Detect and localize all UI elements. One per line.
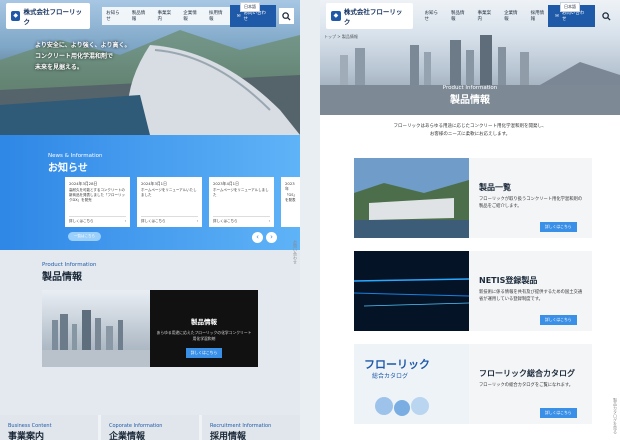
product-list-card[interactable]: 製品一覧 フローリックが取り扱うコンクリート用化学混和剤の製品をご紹介します。 … xyxy=(354,158,592,238)
netis-image xyxy=(354,251,469,331)
logo-mark-icon: ◆ xyxy=(331,11,341,21)
nav-company[interactable]: 企業情報 xyxy=(504,10,522,22)
news-list-button[interactable]: 一覧はこちら xyxy=(68,232,101,241)
news-text: ホームページをリニューアルしました xyxy=(213,188,269,197)
tagline-line: 未来を見据える。 xyxy=(35,64,83,71)
catalog-image: フローリック 総合カタログ xyxy=(354,344,469,424)
tagline-line: より安全に、より強く、より高く。 xyxy=(35,42,131,49)
product-card: 製品情報 あらゆる用途に応えたフローリックの化学コンクリート用化学混和剤 詳しく… xyxy=(150,290,258,367)
arrow-right-icon: › xyxy=(124,219,126,223)
news-more-label: 詳しくはこちら xyxy=(69,219,94,223)
product-list-title: 製品一覧 xyxy=(479,183,511,192)
news-card[interactable]: 2023年 「GS」を発表 xyxy=(281,177,300,227)
news-text: 高耐久を可能とするコンクリートの新商品を発表しました「フローリックDX」を発売 xyxy=(69,188,125,202)
hero-tagline: より安全に、より強く、より高く。 コンクリート用化学混和剤で 未来を見据える。 xyxy=(35,40,130,73)
language-label: 日本語 xyxy=(564,4,576,9)
recruit-link-ja: 採用情報 xyxy=(210,432,247,440)
product-list-desc: フローリックが取り扱うコンクリート用化学混和剤の製品をご紹介します。 xyxy=(479,197,583,209)
language-selector[interactable]: 日本語 xyxy=(560,2,580,12)
catalog-graphic xyxy=(375,397,429,416)
news-date: 2023年4月1日 xyxy=(213,181,239,186)
nav-business[interactable]: 事業案内 xyxy=(478,10,496,22)
search-button[interactable] xyxy=(278,8,294,24)
search-icon xyxy=(601,11,611,21)
nav-recruit[interactable]: 採用情報 xyxy=(209,10,226,22)
next-arrow-icon[interactable]: › xyxy=(266,232,277,243)
site-logo[interactable]: ◆ 株式会社フローリック xyxy=(326,3,413,29)
tagline-line: コンクリート用化学混和剤で xyxy=(35,53,114,60)
dam-image xyxy=(354,158,469,238)
netis-card[interactable]: NETIS登録製品 新技術に係る情報を共有及び提供するための国土交通省が運用して… xyxy=(354,251,592,331)
news-more-label: 詳しくはこちら xyxy=(141,219,166,223)
intro-line: フローリックはあらゆる用途に応じたコンクリート用化学混和剤を開発し、 xyxy=(393,124,547,129)
nav-business[interactable]: 事業案内 xyxy=(157,10,174,22)
search-button[interactable] xyxy=(598,8,614,24)
intro-text: フローリックはあらゆる用途に応じたコンクリート用化学混和剤を開発し、 お客様のニ… xyxy=(320,123,620,139)
business-link-ja: 事業案内 xyxy=(8,432,45,440)
language-selector[interactable]: 日本語 xyxy=(240,2,260,12)
logo-text: 株式会社フローリック xyxy=(23,8,82,26)
news-date: 2024年3月1日 xyxy=(141,181,167,186)
news-text: ホームページをリニューアルいたしました xyxy=(141,188,197,197)
global-nav: お知らせ 製品情報 事業案内 企業情報 採用情報 xyxy=(425,10,549,22)
catalog-desc: フローリックの総合カタログをご覧になれます。 xyxy=(479,383,574,388)
language-label: 日本語 xyxy=(244,4,256,9)
catalog-title: フローリック総合カタログ xyxy=(479,369,575,378)
news-section: News & Information お知らせ 2024年3月28日 高耐久を可… xyxy=(0,135,300,250)
products-hero-ja: 製品情報 xyxy=(450,95,490,106)
product-card-title: 製品情報 xyxy=(191,318,217,326)
product-list-button[interactable]: 詳しくはこちら xyxy=(540,222,577,232)
company-link-ja: 企業情報 xyxy=(109,432,146,440)
prev-arrow-icon[interactable]: ‹ xyxy=(252,232,263,243)
products-page-pane: Product Information 製品情報 ◆ 株式会社フローリック お知… xyxy=(320,0,620,440)
side-contact-tab[interactable]: お問い合わせ xyxy=(289,240,298,264)
news-heading-ja: お知らせ xyxy=(48,163,88,174)
product-card-text: あらゆる用途に応えたフローリックの化学コンクリート用化学混和剤 xyxy=(156,330,252,341)
arrow-right-icon: › xyxy=(196,219,198,223)
bottom-links: Business Content 事業案内 Coporate Informati… xyxy=(0,415,300,440)
nav-products[interactable]: 製品情報 xyxy=(451,10,469,22)
arrow-right-icon: › xyxy=(268,219,270,223)
news-more: 詳しくはこちら › xyxy=(213,216,270,224)
recruit-link[interactable]: Recruitment Information 採用情報 xyxy=(202,415,300,440)
product-card-button[interactable]: 詳しくはこちら xyxy=(186,348,222,358)
home-page-pane: より安全に、より強く、より高く。 コンクリート用化学混和剤で 未来を見据える。 … xyxy=(0,0,300,440)
company-link[interactable]: Coporate Information 企業情報 xyxy=(101,415,199,440)
nav-news[interactable]: お知らせ xyxy=(425,10,442,22)
intro-line: お客様のニーズに柔軟にお応えします。 xyxy=(429,132,511,137)
news-date: 2023年 xyxy=(285,181,295,191)
product-image xyxy=(42,290,150,367)
news-date: 2024年3月28日 xyxy=(69,181,98,186)
product-section: Product Information 製品情報 製品情報 あらゆる用途に応えた… xyxy=(0,250,300,415)
breadcrumb[interactable]: トップ > 製品情報 xyxy=(324,34,358,40)
product-heading-ja: 製品情報 xyxy=(42,272,82,283)
nav-products[interactable]: 製品情報 xyxy=(132,10,149,22)
city-skyline xyxy=(42,310,150,367)
news-card[interactable]: 2023年4月1日 ホームページをリニューアルしました 詳しくはこちら › xyxy=(209,177,274,227)
news-card[interactable]: 2024年3月28日 高耐久を可能とするコンクリートの新商品を発表しました「フロ… xyxy=(65,177,130,227)
news-more: 詳しくはこちら › xyxy=(69,216,126,224)
business-link[interactable]: Business Content 事業案内 xyxy=(0,415,98,440)
logo-mark-icon: ◆ xyxy=(11,11,21,21)
nav-company[interactable]: 企業情報 xyxy=(183,10,200,22)
global-nav: お知らせ 製品情報 事業案内 企業情報 採用情報 xyxy=(102,7,230,25)
mail-icon: ✉ xyxy=(555,13,559,19)
netis-title: NETIS登録製品 xyxy=(479,276,538,285)
news-card[interactable]: 2024年3月1日 ホームページをリニューアルいたしました 詳しくはこちら › xyxy=(137,177,202,227)
catalog-card[interactable]: フローリック 総合カタログ フローリック総合カタログ フローリックの総合カタログ… xyxy=(354,344,592,424)
news-more: 詳しくはこちら › xyxy=(141,216,198,224)
nav-recruit[interactable]: 採用情報 xyxy=(531,10,549,22)
netis-button[interactable]: 詳しくはこちら xyxy=(540,315,577,325)
side-catalog-tab[interactable]: 製品カタログを見る xyxy=(609,398,618,440)
logo-text: 株式会社フローリック xyxy=(343,8,403,26)
news-text: 「GS」を発表 xyxy=(285,193,296,202)
nav-news[interactable]: お知らせ xyxy=(106,10,123,22)
netis-desc: 新技術に係る情報を共有及び提供するための国土交通省が運用している登録制度です。 xyxy=(479,290,583,302)
news-more-label: 詳しくはこちら xyxy=(213,219,238,223)
search-icon xyxy=(282,11,291,21)
mail-icon: ✉ xyxy=(236,13,241,19)
site-logo[interactable]: ◆ 株式会社フローリック xyxy=(6,3,91,29)
catalog-button[interactable]: 詳しくはこちら xyxy=(540,408,577,418)
